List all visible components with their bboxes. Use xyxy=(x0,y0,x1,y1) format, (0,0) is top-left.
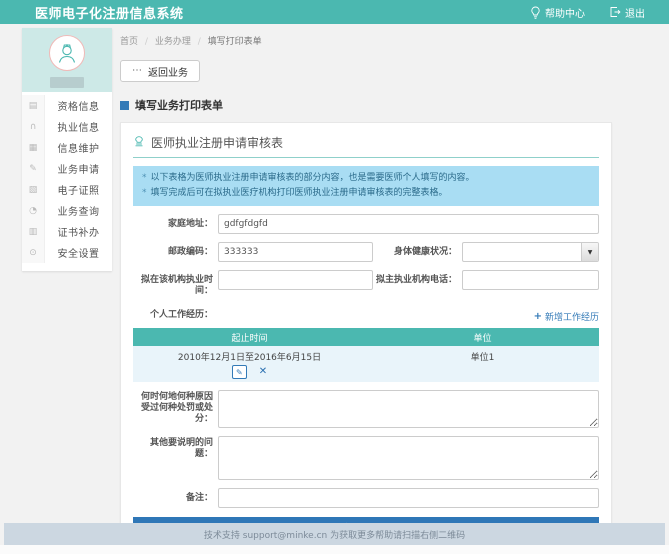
practice-time-label: 拟在该机构执业时间： xyxy=(133,270,213,297)
postal-health-row: 邮政编码： 身体健康状况： ▼ xyxy=(133,242,599,262)
column-header-period: 起止时间 xyxy=(133,328,366,346)
sidebar-menu: ▤ 资格信息 ∩ 执业信息 ▦ 信息维护 ✎ 业务申请 ▧ 电子证照 ◔ 业务查… xyxy=(22,92,112,271)
practice-time-phone-row: 拟在该机构执业时间： 拟主执业机构电话： xyxy=(133,270,599,297)
breadcrumb-home[interactable]: 首页 xyxy=(120,37,138,47)
notice-line: *填写完成后可在拟执业医疗机构打印医师执业注册申请审核表的完整表格。 xyxy=(142,186,590,201)
breadcrumb-business[interactable]: 业务办理 xyxy=(155,37,191,47)
user-profile-panel xyxy=(22,28,112,92)
home-address-row: 家庭地址： xyxy=(133,214,599,234)
work-experience-row: 个人工作经历： + 新增工作经历 xyxy=(133,307,599,323)
bottom-strip xyxy=(0,545,669,554)
logout-icon xyxy=(609,6,621,18)
experience-unit: 单位1 xyxy=(366,346,599,382)
top-header-bar: 医师电子化注册信息系统 帮助中心 退出 xyxy=(0,0,669,24)
home-address-label: 家庭地址： xyxy=(133,214,213,230)
breadcrumb-separator: / xyxy=(198,37,201,47)
remark-input[interactable] xyxy=(218,488,599,508)
delete-icon[interactable]: ✕ xyxy=(259,367,267,377)
remark-row: 备注： xyxy=(133,488,599,508)
e-certificate-icon: ▧ xyxy=(22,179,45,200)
stamp-icon xyxy=(133,135,145,150)
other-issues-textarea[interactable] xyxy=(218,436,599,480)
sidebar-item-security-settings[interactable]: ⊙ 安全设置 xyxy=(22,242,112,263)
org-phone-input[interactable] xyxy=(462,270,599,290)
other-issues-row: 其他要说明的问题： xyxy=(133,436,599,480)
id-card-icon: ▦ xyxy=(22,137,45,158)
breadcrumb-current: 填写打印表单 xyxy=(208,37,262,47)
table-header-row: 起止时间 单位 xyxy=(133,328,599,346)
notice-line: *以下表格为医师执业注册申请审核表的部分内容，也是需要医师个人填写的内容。 xyxy=(142,171,590,186)
form-title-row: 医师执业注册申请审核表 xyxy=(133,131,599,158)
breadcrumb-separator: / xyxy=(145,37,148,47)
security-icon: ⊙ xyxy=(22,242,45,263)
sidebar: ▤ 资格信息 ∩ 执业信息 ▦ 信息维护 ✎ 业务申请 ▧ 电子证照 ◔ 业务查… xyxy=(22,28,112,271)
certificate-reissue-icon: ▥ xyxy=(22,221,45,242)
practice-headset-icon: ∩ xyxy=(22,116,45,137)
qualification-doc-icon: ▤ xyxy=(22,95,45,116)
query-icon: ◔ xyxy=(22,200,45,221)
punishment-row: 何时何地何种原因受过何种处罚或处分： xyxy=(133,390,599,428)
work-experience-label: 个人工作经历： xyxy=(133,307,213,321)
remark-label: 备注： xyxy=(133,488,213,504)
chevron-down-icon: ▼ xyxy=(581,243,598,261)
logout-label: 退出 xyxy=(625,5,645,20)
practice-time-input[interactable] xyxy=(218,270,373,290)
sidebar-item-e-certificate[interactable]: ▧ 电子证照 xyxy=(22,179,112,200)
help-center-label: 帮助中心 xyxy=(545,5,585,20)
user-name-redacted xyxy=(50,77,84,88)
other-issues-label: 其他要说明的问题： xyxy=(133,436,213,460)
apply-form-icon: ✎ xyxy=(22,158,45,179)
column-header-unit: 单位 xyxy=(366,328,599,346)
info-notice-box: *以下表格为医师执业注册申请审核表的部分内容，也是需要医师个人填写的内容。 *填… xyxy=(133,166,599,206)
doctor-avatar-icon xyxy=(55,41,79,65)
sidebar-item-qualification-info[interactable]: ▤ 资格信息 xyxy=(22,95,112,116)
sidebar-item-certificate-reissue[interactable]: ▥ 证书补办 xyxy=(22,221,112,242)
postal-code-label: 邮政编码： xyxy=(133,242,213,258)
form-title: 医师执业注册申请审核表 xyxy=(151,134,283,151)
logout-button[interactable]: 退出 xyxy=(609,5,645,20)
work-experience-table: 起止时间 单位 2010年12月1日至2016年6月15日 ✎ ✕ 单位1 xyxy=(133,328,599,382)
help-center-button[interactable]: 帮助中心 xyxy=(530,5,585,20)
home-address-input[interactable] xyxy=(218,214,599,234)
add-work-experience-link[interactable]: + 新增工作经历 xyxy=(534,307,599,323)
breadcrumb: 首页 / 业务办理 / 填写打印表单 xyxy=(120,34,612,47)
return-business-button[interactable]: ⋯ 返回业务 xyxy=(120,60,200,82)
edit-icon[interactable]: ✎ xyxy=(232,365,247,379)
sidebar-item-business-query[interactable]: ◔ 业务查询 xyxy=(22,200,112,221)
punishment-textarea[interactable] xyxy=(218,390,599,428)
experience-period: 2010年12月1日至2016年6月15日 xyxy=(133,350,366,363)
postal-code-input[interactable] xyxy=(218,242,373,262)
doctor-avatar xyxy=(49,35,85,71)
table-row: 2010年12月1日至2016年6月15日 ✎ ✕ 单位1 xyxy=(133,346,599,382)
main-content: 首页 / 业务办理 / 填写打印表单 ⋯ 返回业务 填写业务打印表单 医师执业注… xyxy=(120,28,612,549)
asterisk-marker: * xyxy=(142,173,147,183)
ellipsis-icon: ⋯ xyxy=(132,66,142,76)
sidebar-item-info-maintenance[interactable]: ▦ 信息维护 xyxy=(22,137,112,158)
app-title: 医师电子化注册信息系统 xyxy=(35,3,184,22)
health-status-label: 身体健康状况： xyxy=(373,242,457,258)
punishment-label: 何时何地何种原因受过何种处罚或处分： xyxy=(133,390,213,425)
sidebar-item-business-application[interactable]: ✎ 业务申请 xyxy=(22,158,112,179)
org-phone-label: 拟主执业机构电话： xyxy=(373,270,457,286)
blue-square-bullet-icon xyxy=(120,101,129,110)
footer-bar: 技术支持 support@minke.cn 为获取更多帮助请扫描右侧二维码 xyxy=(4,523,665,545)
form-card: 医师执业注册申请审核表 *以下表格为医师执业注册申请审核表的部分内容，也是需要医… xyxy=(120,122,612,549)
plus-icon: + xyxy=(534,311,542,322)
lightbulb-help-icon xyxy=(530,6,541,19)
health-status-select[interactable]: ▼ xyxy=(462,242,599,262)
row-actions: ✎ ✕ xyxy=(133,365,366,379)
page-section-title: 填写业务打印表单 xyxy=(120,97,612,113)
asterisk-marker: * xyxy=(142,188,147,198)
footer-support-text: 技术支持 support@minke.cn 为获取更多帮助请扫描右侧二维码 xyxy=(204,528,465,541)
sidebar-item-practice-info[interactable]: ∩ 执业信息 xyxy=(22,116,112,137)
